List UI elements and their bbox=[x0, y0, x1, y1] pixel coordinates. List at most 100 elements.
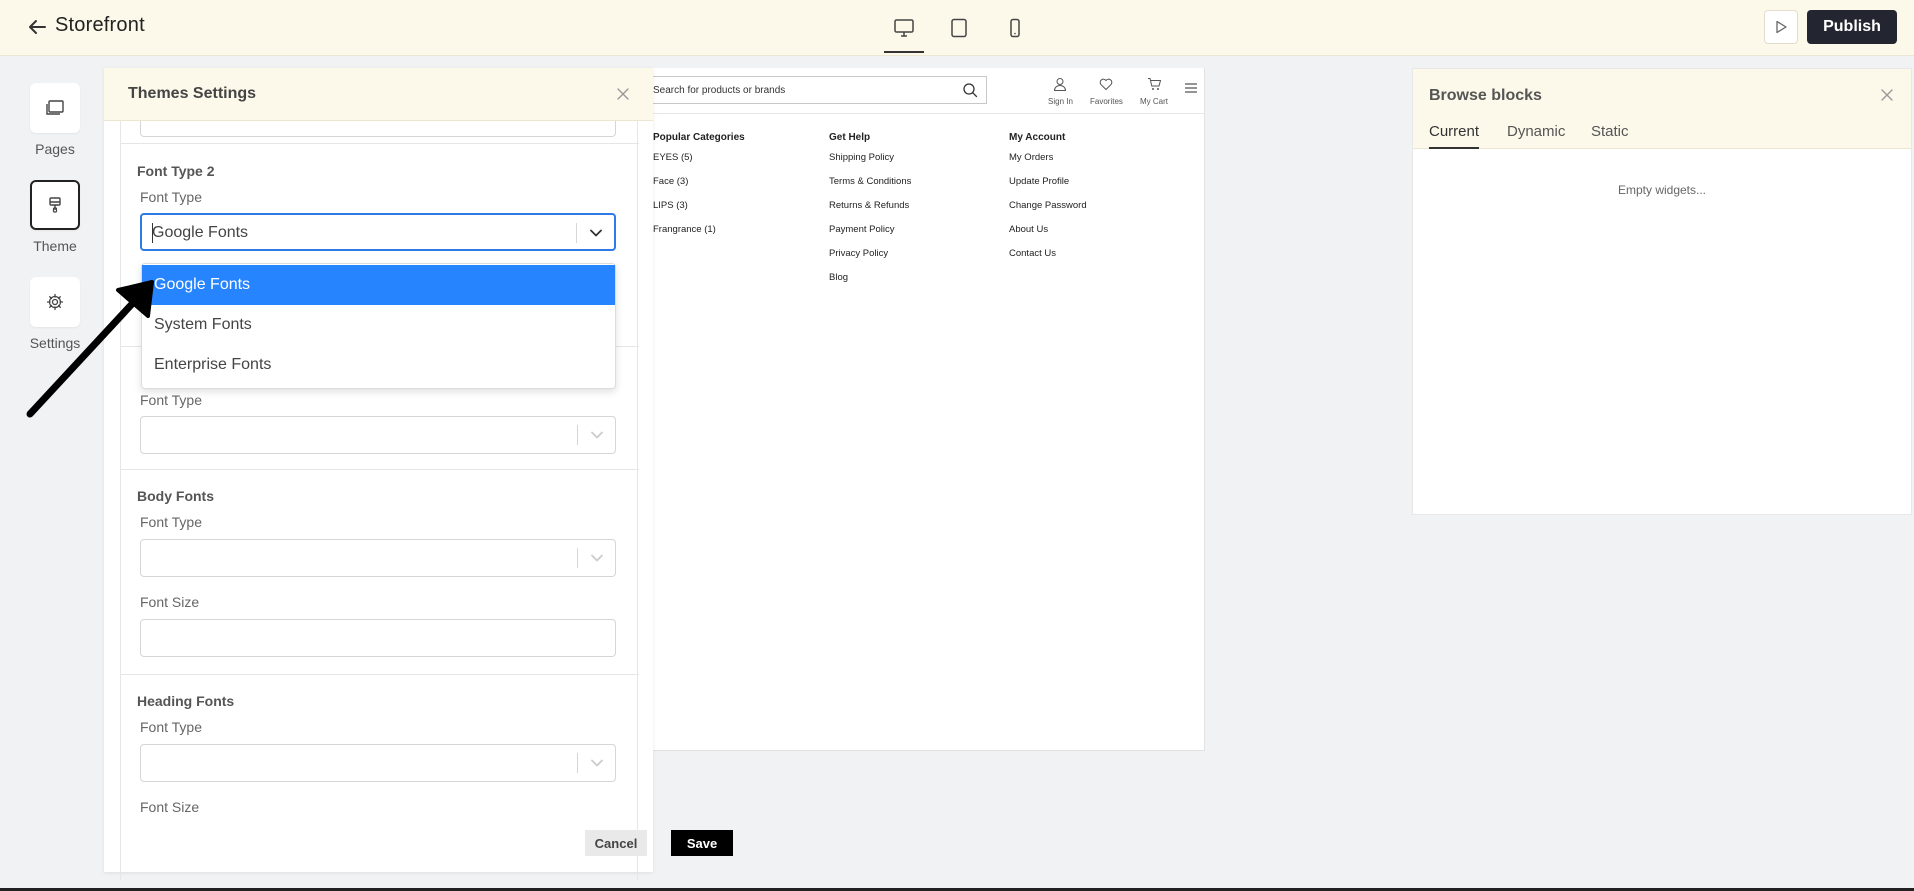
mobile-icon bbox=[1010, 18, 1020, 38]
previous-field[interactable] bbox=[140, 121, 616, 137]
dropdown-option-system-fonts[interactable]: System Fonts bbox=[142, 305, 615, 345]
field-label-font-type: Font Type bbox=[140, 719, 203, 735]
section-title-heading-fonts: Heading Fonts bbox=[137, 693, 235, 709]
desktop-icon bbox=[894, 19, 914, 37]
theme-settings-panel: Themes Settings Font Type 2 Font Type Go… bbox=[104, 68, 733, 880]
storefront-preview: Search for products or brands Sign In Fa… bbox=[653, 68, 1205, 751]
preview-column-my-account: My Account My Orders Update Profile Chan… bbox=[1009, 132, 1087, 272]
select-separator bbox=[576, 223, 577, 243]
dropdown-option-google-fonts[interactable]: Google Fonts bbox=[142, 265, 615, 305]
footer-link[interactable]: Returns & Refunds bbox=[829, 200, 911, 224]
section-divider bbox=[121, 469, 639, 470]
close-icon[interactable] bbox=[1879, 87, 1895, 103]
nav-label-settings: Settings bbox=[29, 335, 81, 351]
select-value: Google Fonts bbox=[152, 224, 249, 241]
section-divider bbox=[121, 674, 639, 675]
font-type-select[interactable] bbox=[140, 416, 616, 454]
preview-my-cart[interactable]: My Cart bbox=[1140, 77, 1168, 106]
heart-icon bbox=[1100, 78, 1113, 91]
chevron-down-icon[interactable] bbox=[589, 552, 605, 564]
footer-link[interactable]: Contact Us bbox=[1009, 248, 1087, 272]
play-icon bbox=[1776, 20, 1787, 34]
select-separator bbox=[577, 425, 578, 445]
preview-favorites[interactable]: Favorites bbox=[1090, 77, 1123, 106]
top-bar: Storefront Publish bbox=[0, 0, 1914, 56]
select-separator bbox=[577, 753, 578, 773]
preview-column-get-help: Get Help Shipping Policy Terms & Conditi… bbox=[829, 132, 911, 296]
footer-link[interactable]: About Us bbox=[1009, 224, 1087, 248]
panel-title: Themes Settings bbox=[128, 85, 257, 102]
desktop-view-button[interactable] bbox=[884, 12, 924, 53]
font-type-2-select[interactable]: Google Fonts bbox=[140, 213, 616, 251]
theme-settings-header: Themes Settings bbox=[104, 68, 653, 121]
back-arrow-icon[interactable] bbox=[26, 16, 48, 38]
nav-label-pages: Pages bbox=[35, 141, 75, 157]
hamburger-menu-icon[interactable] bbox=[1185, 83, 1197, 93]
section-title-body-fonts: Body Fonts bbox=[137, 488, 214, 504]
pages-icon bbox=[46, 100, 64, 115]
mobile-view-button[interactable] bbox=[997, 12, 1033, 44]
preview-sign-in[interactable]: Sign In bbox=[1048, 77, 1073, 106]
preview-button[interactable] bbox=[1764, 10, 1798, 44]
column-title: Get Help bbox=[829, 132, 871, 143]
search-icon[interactable] bbox=[962, 82, 978, 98]
footer-link[interactable]: Payment Policy bbox=[829, 224, 911, 248]
footer-link[interactable]: Face (3) bbox=[653, 176, 745, 200]
browse-blocks-title: Browse blocks bbox=[1429, 87, 1542, 104]
gear-icon bbox=[46, 293, 64, 311]
column-title: Popular Categories bbox=[653, 132, 745, 143]
footer-link[interactable]: Terms & Conditions bbox=[829, 176, 911, 200]
tab-static[interactable]: Static bbox=[1591, 123, 1629, 149]
select-separator bbox=[577, 548, 578, 568]
nav-tile-settings bbox=[30, 277, 80, 327]
nav-tile-theme bbox=[30, 180, 80, 230]
column-title: My Account bbox=[1009, 132, 1066, 143]
browse-blocks-header: Browse blocks Current Dynamic Static bbox=[1413, 69, 1911, 149]
section-title-font-type-2: Font Type 2 bbox=[137, 163, 215, 179]
footer-link[interactable]: Frangrance (1) bbox=[653, 224, 745, 248]
dropdown-option-enterprise-fonts[interactable]: Enterprise Fonts bbox=[142, 345, 615, 385]
close-icon[interactable] bbox=[615, 86, 631, 102]
heading-font-type-select[interactable] bbox=[140, 744, 616, 782]
cancel-button[interactable]: Cancel bbox=[585, 830, 647, 856]
tab-current[interactable]: Current bbox=[1429, 123, 1480, 149]
publish-button[interactable]: Publish bbox=[1807, 10, 1897, 44]
footer-link[interactable]: Change Password bbox=[1009, 200, 1087, 224]
footer-link[interactable]: Privacy Policy bbox=[829, 248, 911, 272]
theme-settings-body: Font Type 2 Font Type Google Fonts Font … bbox=[120, 121, 639, 880]
tablet-view-button[interactable] bbox=[941, 12, 977, 44]
paint-brush-icon bbox=[49, 197, 61, 213]
preview-favorites-label: Favorites bbox=[1090, 97, 1123, 106]
nav-tile-pages bbox=[30, 83, 80, 133]
save-button[interactable]: Save bbox=[671, 830, 733, 856]
cart-icon bbox=[1147, 78, 1161, 90]
body-font-size-input[interactable] bbox=[140, 619, 616, 657]
font-type-dropdown-menu: Google Fonts System Fonts Enterprise Fon… bbox=[141, 263, 616, 389]
chevron-down-icon[interactable] bbox=[589, 757, 605, 769]
preview-column-popular-categories: Popular Categories EYES (5) Face (3) LIP… bbox=[653, 132, 745, 248]
footer-link[interactable]: My Orders bbox=[1009, 152, 1087, 176]
preview-search-bar[interactable]: Search for products or brands bbox=[653, 76, 987, 104]
field-label-font-size: Font Size bbox=[140, 799, 200, 815]
footer-link[interactable]: Update Profile bbox=[1009, 176, 1087, 200]
app-title: Storefront bbox=[55, 14, 145, 36]
chevron-down-icon[interactable] bbox=[588, 227, 604, 239]
footer-link[interactable]: LIPS (3) bbox=[653, 200, 745, 224]
field-label-font-type: Font Type bbox=[140, 392, 203, 408]
body-font-type-select[interactable] bbox=[140, 539, 616, 577]
tab-dynamic[interactable]: Dynamic bbox=[1507, 123, 1565, 149]
preview-my-cart-label: My Cart bbox=[1140, 97, 1168, 106]
nav-item-settings[interactable]: Settings bbox=[22, 277, 88, 351]
tablet-icon bbox=[951, 18, 967, 38]
field-label-font-type: Font Type bbox=[140, 189, 203, 205]
nav-item-theme[interactable]: Theme bbox=[22, 180, 88, 254]
preview-sign-in-label: Sign In bbox=[1048, 97, 1073, 106]
nav-label-theme: Theme bbox=[33, 238, 77, 254]
footer-link[interactable]: Shipping Policy bbox=[829, 152, 911, 176]
empty-widgets-message: Empty widgets... bbox=[1617, 183, 1707, 197]
footer-link[interactable]: Blog bbox=[829, 272, 911, 296]
chevron-down-icon[interactable] bbox=[589, 429, 605, 441]
footer-link[interactable]: EYES (5) bbox=[653, 152, 745, 176]
preview-search-placeholder: Search for products or brands bbox=[653, 85, 786, 96]
nav-item-pages[interactable]: Pages bbox=[22, 83, 88, 157]
